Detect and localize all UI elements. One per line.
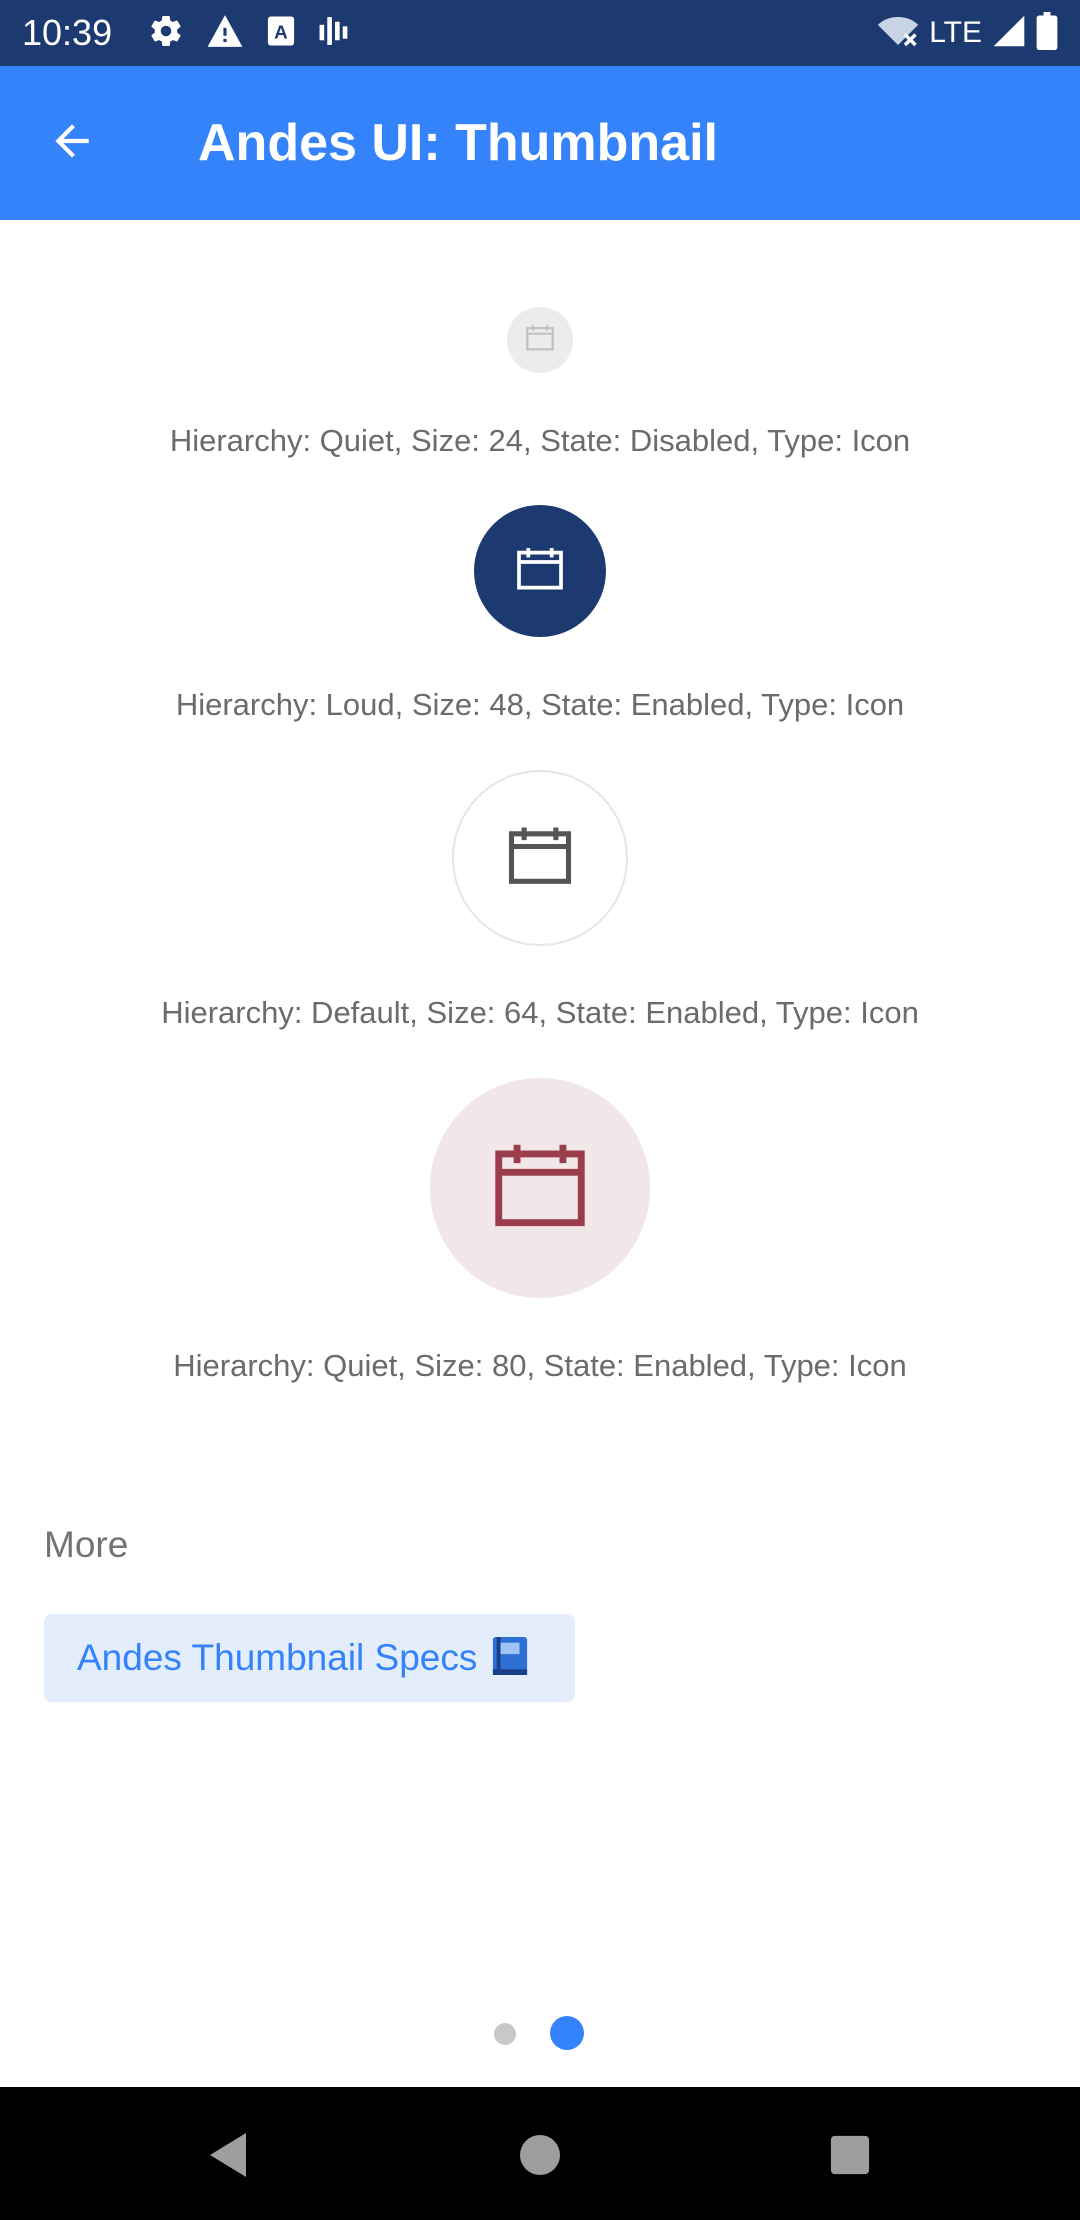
back-triangle-icon	[206, 2130, 250, 2185]
status-icons-left: A	[148, 13, 352, 54]
status-bar: 10:39 A LTE	[0, 0, 1080, 66]
system-nav-bar	[0, 2087, 1080, 2220]
calendar-icon	[485, 1131, 595, 1246]
page-dot-active[interactable]	[550, 2016, 584, 2050]
signal-bars-icon	[318, 15, 352, 52]
thumbnail-caption: Hierarchy: Quiet, Size: 24, State: Disab…	[169, 423, 911, 458]
nav-recents-button[interactable]	[810, 2117, 890, 2197]
app-bar: Andes UI: Thumbnail	[0, 66, 1080, 220]
thumbnail-loud-48	[474, 505, 606, 637]
nav-back-button[interactable]	[188, 2117, 268, 2197]
a-box-icon: A	[266, 15, 296, 52]
thumbnail-default-64	[452, 770, 628, 946]
calendar-icon	[512, 541, 568, 602]
arrow-left-icon	[47, 116, 97, 171]
book-icon	[491, 1635, 529, 1682]
thumbnail-caption: Hierarchy: Default, Size: 64, State: Ena…	[161, 995, 919, 1030]
home-circle-icon	[518, 2133, 562, 2182]
thumbnail-caption: Hierarchy: Loud, Size: 48, State: Enable…	[175, 687, 905, 722]
recents-square-icon	[829, 2134, 871, 2181]
thumbnail-caption: Hierarchy: Quiet, Size: 80, State: Enabl…	[173, 1348, 907, 1383]
network-label: LTE	[929, 16, 982, 49]
cell-signal-icon	[992, 14, 1026, 53]
thumbnail-quiet-80	[430, 1078, 650, 1298]
wifi-off-icon	[877, 13, 919, 54]
specs-link[interactable]: Andes Thumbnail Specs	[44, 1614, 575, 1702]
svg-text:A: A	[274, 22, 288, 43]
battery-icon	[1036, 11, 1058, 55]
more-section-label: More	[44, 1524, 129, 1565]
page-title: Andes UI: Thumbnail	[198, 114, 718, 172]
page-dot[interactable]	[494, 2023, 516, 2045]
status-icons-right: LTE	[877, 11, 1058, 55]
status-time: 10:39	[22, 12, 113, 53]
calendar-icon	[523, 321, 557, 360]
calendar-icon	[502, 818, 578, 899]
gear-icon	[148, 13, 184, 54]
page-indicator	[0, 2016, 1080, 2050]
back-button[interactable]	[40, 111, 104, 175]
specs-link-label: Andes Thumbnail Specs	[77, 1637, 478, 1678]
nav-home-button[interactable]	[500, 2117, 580, 2197]
thumbnail-quiet-24	[507, 307, 573, 373]
warning-icon	[206, 13, 244, 54]
